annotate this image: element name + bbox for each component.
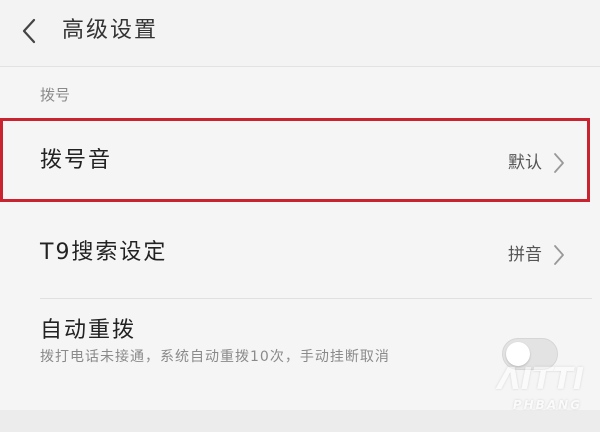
chevron-right-icon <box>554 245 564 265</box>
row-title-t9-search: T9搜索设定 <box>40 240 168 265</box>
section-label-dial: 拨号 <box>40 86 71 104</box>
page-title: 高级设置 <box>62 18 159 43</box>
highlight-frame <box>0 118 590 202</box>
watermark-logo: ΛΙΤΤΙ PHBANG <box>474 360 584 420</box>
watermark-sub: PHBANG <box>512 398 582 412</box>
chevron-left-icon <box>22 18 36 44</box>
app-header: 高级设置 <box>0 0 600 67</box>
row-description-auto-redial: 拨打电话未接通，系统自动重拨10次，手动挂断取消 <box>40 349 390 365</box>
settings-row-t9-search[interactable]: T9搜索设定 拼音 <box>0 210 600 296</box>
row-divider <box>40 298 592 299</box>
watermark-main: ΛΙΤΤΙ <box>497 362 584 397</box>
row-title-auto-redial: 自动重拨 <box>40 318 137 343</box>
row-value-t9-search: 拼音 <box>508 245 542 265</box>
back-button[interactable] <box>14 16 44 46</box>
